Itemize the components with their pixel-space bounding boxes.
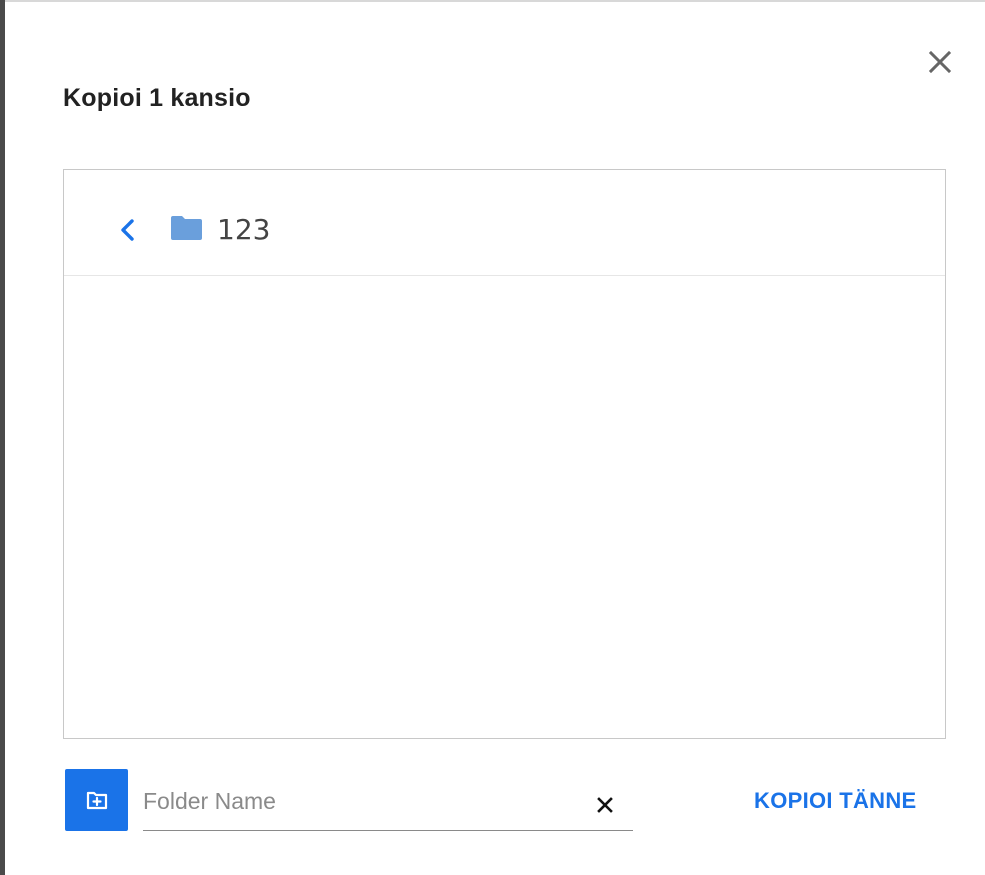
back-button[interactable]: [116, 216, 140, 244]
copy-here-button[interactable]: KOPIOI TÄNNE: [754, 788, 917, 814]
folder-list: [64, 276, 945, 738]
chevron-left-icon: [116, 216, 140, 244]
close-icon: [924, 46, 956, 78]
folder-browser-header: 123: [64, 170, 945, 276]
dialog-title: Kopioi 1 kansio: [63, 84, 251, 112]
clear-button[interactable]: [595, 795, 615, 815]
folder-icon: [170, 215, 203, 241]
new-folder-button[interactable]: [65, 769, 128, 831]
top-divider: [0, 0, 985, 2]
clear-icon: [595, 795, 615, 815]
folder-name-input[interactable]: [143, 781, 563, 821]
close-button[interactable]: [924, 46, 956, 78]
folder-browser: 123: [63, 169, 946, 739]
left-window-edge: [0, 0, 5, 875]
current-folder-name: 123: [217, 213, 271, 246]
folder-name-field: [143, 775, 633, 831]
new-folder-icon: [86, 791, 108, 810]
copy-dialog: Kopioi 1 kansio 123 Folder Name KOPIOI T…: [0, 0, 985, 875]
